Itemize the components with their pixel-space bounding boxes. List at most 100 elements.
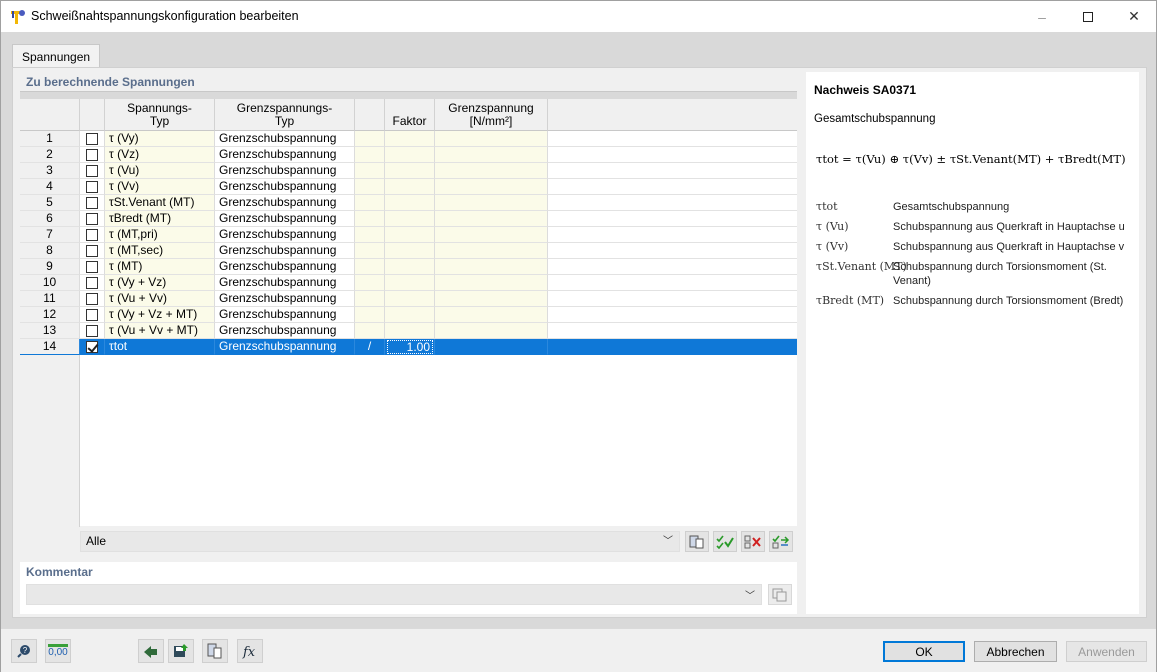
- limit-type-cell[interactable]: Grenzschubspannung: [215, 291, 355, 307]
- units-decimals-button[interactable]: 0,00: [45, 639, 71, 663]
- row-checkbox-cell[interactable]: [80, 179, 105, 195]
- table-row[interactable]: 1 τ (Vy) Grenzschubspannung: [20, 131, 797, 147]
- limit-type-cell[interactable]: Grenzschubspannung: [215, 211, 355, 227]
- load-defaults-button[interactable]: [202, 639, 228, 663]
- extra-cell[interactable]: [355, 211, 385, 227]
- limit-stress-cell[interactable]: [435, 179, 548, 195]
- limit-stress-cell[interactable]: [435, 275, 548, 291]
- extra-cell[interactable]: [355, 243, 385, 259]
- stress-type-cell[interactable]: τ (Vy + Vz): [105, 275, 215, 291]
- extra-cell[interactable]: [355, 275, 385, 291]
- row-checkbox-cell[interactable]: [80, 195, 105, 211]
- factor-cell[interactable]: [385, 131, 435, 147]
- limit-type-cell[interactable]: Grenzschubspannung: [215, 339, 355, 355]
- limit-stress-cell[interactable]: [435, 227, 548, 243]
- limit-stress-cell[interactable]: [435, 131, 548, 147]
- uncheck-all-button[interactable]: [741, 531, 765, 552]
- stress-type-cell[interactable]: τtot: [105, 339, 215, 355]
- limit-stress-cell[interactable]: [435, 147, 548, 163]
- row-checkbox-cell[interactable]: [80, 259, 105, 275]
- extra-cell[interactable]: [355, 307, 385, 323]
- table-row[interactable]: 8 τ (MT,sec) Grenzschubspannung: [20, 243, 797, 259]
- row-checkbox[interactable]: [86, 293, 98, 305]
- save-defaults-button[interactable]: [168, 639, 194, 663]
- stress-type-cell[interactable]: τ (Vu + Vv + MT): [105, 323, 215, 339]
- table-row[interactable]: 7 τ (MT,pri) Grenzschubspannung: [20, 227, 797, 243]
- limit-stress-cell[interactable]: [435, 339, 548, 355]
- filter-combobox[interactable]: Alle ﹀: [80, 531, 680, 552]
- close-button[interactable]: ✕: [1111, 1, 1157, 32]
- table-row[interactable]: 11 τ (Vu + Vv) Grenzschubspannung: [20, 291, 797, 307]
- factor-cell[interactable]: [385, 211, 435, 227]
- extra-cell[interactable]: [355, 291, 385, 307]
- list-select-button[interactable]: [685, 531, 709, 552]
- limit-type-cell[interactable]: Grenzschubspannung: [215, 131, 355, 147]
- factor-value[interactable]: 1.00: [387, 340, 433, 354]
- limit-type-cell[interactable]: Grenzschubspannung: [215, 275, 355, 291]
- limit-stress-cell[interactable]: [435, 163, 548, 179]
- apply-button[interactable]: Anwenden: [1066, 641, 1147, 662]
- extra-cell[interactable]: [355, 131, 385, 147]
- minimize-button[interactable]: –: [1019, 1, 1065, 32]
- extra-cell[interactable]: [355, 147, 385, 163]
- row-checkbox-cell[interactable]: [80, 323, 105, 339]
- row-checkbox[interactable]: [86, 261, 98, 273]
- table-row[interactable]: 10 τ (Vy + Vz) Grenzschubspannung: [20, 275, 797, 291]
- row-checkbox[interactable]: [86, 149, 98, 161]
- check-all-button[interactable]: [713, 531, 737, 552]
- limit-stress-cell[interactable]: [435, 259, 548, 275]
- ok-button[interactable]: OK: [883, 641, 965, 662]
- help-button[interactable]: ?: [11, 639, 37, 663]
- row-checkbox-cell[interactable]: [80, 211, 105, 227]
- row-checkbox-cell[interactable]: [80, 227, 105, 243]
- row-checkbox-cell[interactable]: [80, 339, 105, 355]
- factor-cell[interactable]: [385, 195, 435, 211]
- tab-spannungen[interactable]: Spannungen: [12, 44, 101, 68]
- table-row[interactable]: 3 τ (Vu) Grenzschubspannung: [20, 163, 797, 179]
- limit-type-cell[interactable]: Grenzschubspannung: [215, 259, 355, 275]
- limit-stress-cell[interactable]: [435, 211, 548, 227]
- stress-type-cell[interactable]: τ (MT,sec): [105, 243, 215, 259]
- factor-cell[interactable]: [385, 163, 435, 179]
- row-checkbox-cell[interactable]: [80, 131, 105, 147]
- extra-cell[interactable]: [355, 323, 385, 339]
- row-checkbox[interactable]: [86, 165, 98, 177]
- factor-cell[interactable]: [385, 147, 435, 163]
- factor-cell[interactable]: 1.00: [385, 339, 435, 355]
- export-button[interactable]: [138, 639, 164, 663]
- row-checkbox[interactable]: [86, 277, 98, 289]
- stress-type-cell[interactable]: τSt.Venant (MT): [105, 195, 215, 211]
- table-row[interactable]: 12 τ (Vy + Vz + MT) Grenzschubspannung: [20, 307, 797, 323]
- extra-cell[interactable]: [355, 179, 385, 195]
- limit-stress-cell[interactable]: [435, 307, 548, 323]
- table-row[interactable]: 14 τtot Grenzschubspannung/1.00: [20, 339, 797, 355]
- comment-combobox[interactable]: ﹀: [26, 584, 762, 605]
- extra-cell[interactable]: [355, 227, 385, 243]
- limit-type-cell[interactable]: Grenzschubspannung: [215, 243, 355, 259]
- factor-cell[interactable]: [385, 179, 435, 195]
- row-checkbox[interactable]: [86, 181, 98, 193]
- invert-selection-button[interactable]: [769, 531, 793, 552]
- row-checkbox-cell[interactable]: [80, 291, 105, 307]
- stress-type-cell[interactable]: τ (Vv): [105, 179, 215, 195]
- limit-type-cell[interactable]: Grenzschubspannung: [215, 307, 355, 323]
- formula-button[interactable]: fx: [237, 639, 263, 663]
- row-checkbox[interactable]: [86, 229, 98, 241]
- table-row[interactable]: 6 τBredt (MT) Grenzschubspannung: [20, 211, 797, 227]
- stress-type-cell[interactable]: τ (Vu): [105, 163, 215, 179]
- row-checkbox-cell[interactable]: [80, 275, 105, 291]
- limit-stress-cell[interactable]: [435, 243, 548, 259]
- factor-cell[interactable]: [385, 307, 435, 323]
- limit-type-cell[interactable]: Grenzschubspannung: [215, 323, 355, 339]
- row-checkbox[interactable]: [86, 197, 98, 209]
- limit-stress-cell[interactable]: [435, 195, 548, 211]
- table-row[interactable]: 9 τ (MT) Grenzschubspannung: [20, 259, 797, 275]
- stress-type-cell[interactable]: τ (Vz): [105, 147, 215, 163]
- row-checkbox[interactable]: [86, 213, 98, 225]
- extra-cell[interactable]: [355, 259, 385, 275]
- extra-cell[interactable]: /: [355, 339, 385, 355]
- row-checkbox[interactable]: [86, 133, 98, 145]
- factor-cell[interactable]: [385, 227, 435, 243]
- table-row[interactable]: 2 τ (Vz) Grenzschubspannung: [20, 147, 797, 163]
- limit-type-cell[interactable]: Grenzschubspannung: [215, 179, 355, 195]
